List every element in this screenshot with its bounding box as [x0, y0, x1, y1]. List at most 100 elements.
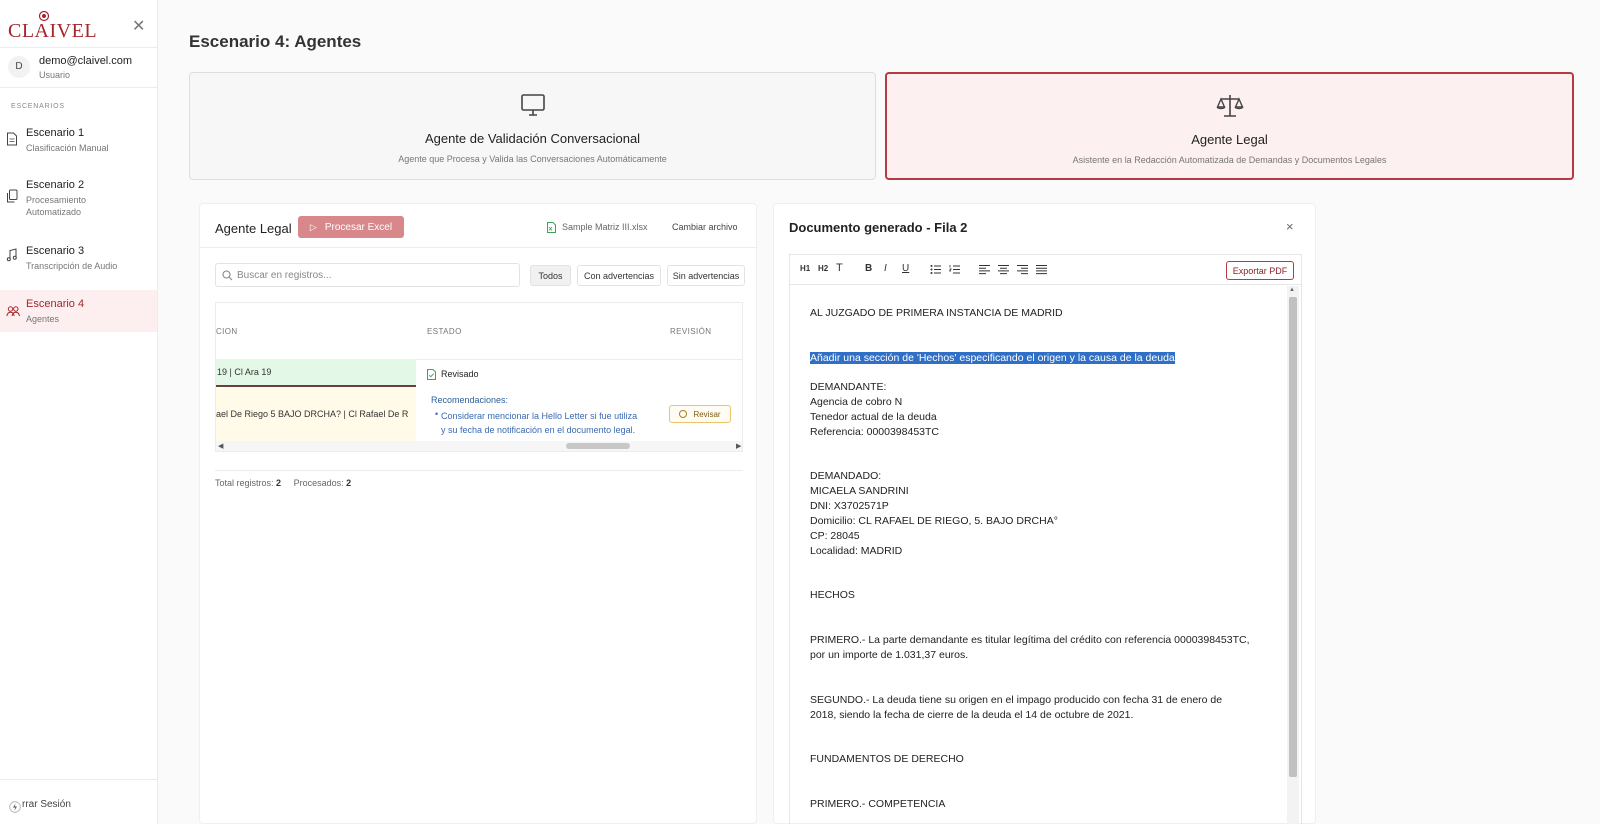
sidebar-item-subtitle: Transcripción de Audio [26, 261, 118, 271]
processed-value: 2 [346, 478, 352, 488]
avatar: D [8, 56, 30, 78]
agent-card-title: Agente Legal [1191, 132, 1268, 147]
search-icon [222, 270, 233, 281]
totals-label: Total registros: [215, 478, 274, 488]
copy-icon [7, 189, 18, 203]
scrollbar-thumb[interactable] [566, 443, 630, 449]
column-header-status: ESTADO [427, 327, 462, 336]
align-right-icon[interactable] [1017, 264, 1028, 275]
text-button[interactable]: T [836, 262, 843, 274]
play-icon: ▷ [309, 221, 317, 232]
scroll-up-icon[interactable]: ▲ [1289, 287, 1295, 293]
logout-label: rrar Sesión [22, 799, 71, 810]
logout-button[interactable]: rrar Sesión [0, 779, 157, 824]
monitor-icon [520, 94, 545, 116]
recommendation-line: Considerar mencionar la Hello Letter si … [441, 411, 638, 421]
document-editor: H1 H2 T B I U Exportar PDF AL JUZGADO DE… [789, 254, 1302, 824]
user-email: demo@claivel.com [39, 55, 133, 67]
export-pdf-button[interactable]: Exportar PDF [1226, 261, 1294, 280]
close-icon[interactable]: × [1286, 219, 1294, 234]
sidebar-item-subtitle: Procesamiento Automatizado [26, 195, 87, 217]
logo-area: CLAIVEL ✕ [0, 0, 157, 48]
document-panel: Documento generado - Fila 2 × H1 H2 T B … [773, 203, 1316, 824]
sidebar-item-title: Escenario 2 [26, 179, 85, 191]
process-excel-label: Procesar Excel [324, 221, 393, 233]
records-table: CION ESTADO REVISIÓN 19 | Cl Ara 19 Revi… [215, 302, 743, 452]
align-center-icon[interactable] [998, 264, 1009, 275]
filter-with-warnings-button[interactable]: Con advertencias [577, 265, 661, 286]
sidebar-item-subtitle: Agentes [26, 314, 60, 324]
column-header-address: CION [216, 327, 238, 336]
clock-icon [679, 409, 688, 418]
heading-1-button[interactable]: H1 [800, 264, 810, 273]
horizontal-scrollbar[interactable] [216, 441, 742, 451]
scroll-right-icon[interactable]: ▶ [736, 442, 741, 450]
align-left-icon[interactable] [979, 264, 990, 275]
agent-card-description: Agente que Procesa y Valida las Conversa… [398, 154, 667, 164]
bullet-list-icon[interactable] [930, 264, 941, 275]
sidebar-item-title: Escenario 3 [26, 245, 85, 257]
document-title: Documento generado - Fila 2 [789, 220, 968, 235]
app-logo: CLAIVEL [8, 20, 98, 42]
doc-paragraph: FUNDAMENTOS DE DERECHO [810, 753, 964, 765]
bold-button[interactable]: B [865, 263, 872, 274]
selected-text: Añadir una sección de 'Hechos' especific… [810, 352, 1175, 364]
user-role: Usuario [39, 70, 71, 80]
close-sidebar-icon[interactable]: ✕ [132, 16, 145, 36]
sidebar-item-escenario-3[interactable]: Escenario 3 Transcripción de Audio [0, 237, 157, 277]
process-excel-button[interactable]: ▷ Procesar Excel [298, 216, 404, 238]
doc-paragraph: DEMANDADO: MICAELA SANDRINI DNI: X370257… [810, 470, 1058, 557]
numbered-list-icon[interactable] [949, 264, 960, 275]
totals: Total registros: 2 Procesados: 2 [215, 478, 351, 488]
search-input[interactable] [237, 267, 515, 284]
panel-title: Agente Legal [215, 221, 292, 236]
sidebar-item-escenario-2[interactable]: Escenario 2 Procesamiento Automatizado [0, 172, 157, 224]
sidebar: CLAIVEL ✕ D demo@claivel.com Usuario ESC… [0, 0, 158, 824]
processed-label: Procesados: [293, 478, 344, 488]
table-cell-address: ael De Riego 5 BAJO DRCHA? | Cl Rafael D… [216, 388, 416, 443]
records-panel: Agente Legal ▷ Procesar Excel Sample Matr… [199, 203, 757, 824]
check-file-icon [427, 369, 436, 380]
scales-icon [1215, 95, 1244, 117]
scroll-left-icon[interactable]: ◀ [218, 442, 223, 450]
align-justify-icon[interactable] [1036, 264, 1047, 275]
italic-button[interactable]: I [884, 263, 887, 274]
document-body[interactable]: AL JUZGADO DE PRIMERA INSTANCIA DE MADRI… [790, 286, 1288, 824]
sidebar-item-title: Escenario 4 [26, 298, 85, 310]
status-badge: Revisado [441, 369, 479, 379]
review-button[interactable]: Revisar [669, 405, 731, 423]
excel-file-icon [547, 222, 556, 233]
music-note-icon [6, 248, 17, 262]
app-root: CLAIVEL ✕ D demo@claivel.com Usuario ESC… [0, 0, 1600, 824]
scrollbar-thumb[interactable] [1289, 297, 1297, 777]
people-icon [6, 306, 20, 317]
filter-all-button[interactable]: Todos [530, 265, 571, 286]
recommendation-text: Considerar mencionar la Hello Letter si … [441, 409, 662, 437]
search-box [215, 263, 520, 287]
lightning-icon [9, 801, 21, 813]
sidebar-item-escenario-1[interactable]: Escenario 1 Clasificación Manual [0, 120, 157, 160]
heading-2-button[interactable]: H2 [818, 264, 828, 273]
document-icon [7, 132, 17, 146]
sidebar-item-title: Escenario 1 [26, 127, 85, 139]
agent-card-legal[interactable]: Agente Legal Asistente en la Redacción A… [885, 72, 1574, 180]
change-file-link[interactable]: Cambiar archivo [672, 222, 738, 232]
bullet: • [435, 409, 439, 419]
agent-card-title: Agente de Validación Conversacional [424, 131, 641, 146]
doc-paragraph: PRIMERO.- COMPETENCIA [810, 798, 946, 810]
doc-paragraph: DEMANDANTE: Agencia de cobro N Tenedor a… [810, 381, 940, 438]
doc-paragraph: SEGUNDO.- La deuda tiene su origen en el… [810, 694, 1223, 721]
agent-card-description: Asistente en la Redacción Automatizada d… [1072, 155, 1387, 165]
divider [200, 247, 756, 248]
underline-button[interactable]: U [902, 263, 909, 274]
recommendations-title: Recomendaciones: [431, 395, 509, 405]
sidebar-item-escenario-4[interactable]: Escenario 4 Agentes [0, 290, 157, 332]
doc-paragraph: AL JUZGADO DE PRIMERA INSTANCIA DE MADRI… [810, 307, 1063, 319]
sidebar-item-subtitle: Clasificación Manual [26, 143, 109, 153]
table-cell-address: 19 | Cl Ara 19 [216, 359, 416, 387]
doc-highlight-wrap: Añadir una sección de 'Hechos' especific… [810, 351, 1250, 366]
filter-without-warnings-button[interactable]: Sin advertencias [667, 265, 745, 286]
review-label: Revisar [693, 409, 721, 419]
agent-card-validation[interactable]: Agente de Validación Conversacional Agen… [189, 72, 876, 180]
divider [215, 470, 743, 471]
